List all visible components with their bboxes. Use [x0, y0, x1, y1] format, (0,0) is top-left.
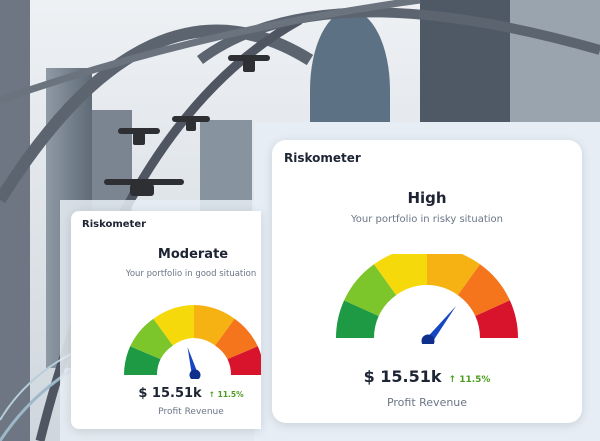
profit-value-row: $ 15.51k ↑ 11.5% [272, 367, 582, 386]
change-percent: 11.5% [217, 390, 244, 399]
profit-change: ↑ 11.5% [449, 375, 491, 385]
gauge-segments [335, 254, 518, 338]
change-percent: 11.5% [459, 375, 491, 385]
profit-change: ↑ 11.5% [209, 390, 244, 399]
risk-gauge [335, 254, 518, 344]
profit-caption: Profit Revenue [386, 396, 468, 409]
risk-level-label: High [407, 189, 447, 207]
risk-description: Your portfolio in risky situation [351, 214, 503, 225]
profit-amount: $ 15.51k [138, 386, 202, 401]
arrow-up-icon: ↑ [448, 375, 457, 385]
risk-level-label: Moderate [157, 247, 229, 262]
profit-caption: Profit Revenue [158, 407, 224, 417]
profit-value-row: $ 15.51k ↑ 11.5% [131, 386, 251, 401]
arrow-up-icon: ↑ [208, 390, 215, 399]
card-title: Riskometer [284, 151, 361, 165]
card-title: Riskometer [82, 219, 147, 230]
risk-description: Your portfolio in good situation [125, 269, 257, 279]
riskometer-card-high: Riskometer High Your portfolio in risky … [272, 140, 582, 423]
riskometer-card-moderate: Riskometer Moderate Your portfolio in go… [71, 211, 261, 429]
profit-amount: $ 15.51k [363, 367, 442, 386]
gauge-needle-hub [189, 369, 201, 379]
risk-gauge [124, 305, 261, 379]
